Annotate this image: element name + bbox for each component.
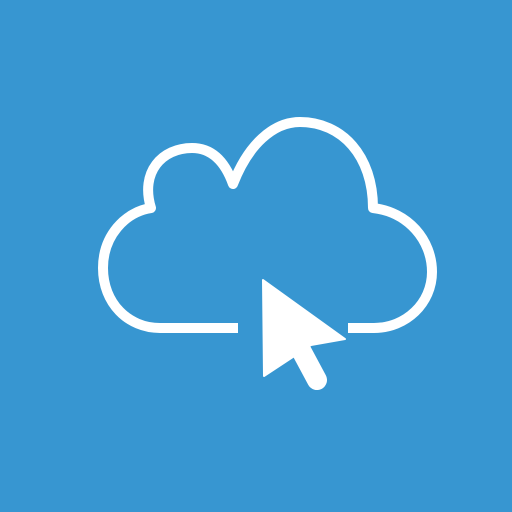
cloud-cursor-icon [0, 0, 512, 512]
app-icon-tile[interactable] [0, 0, 512, 512]
